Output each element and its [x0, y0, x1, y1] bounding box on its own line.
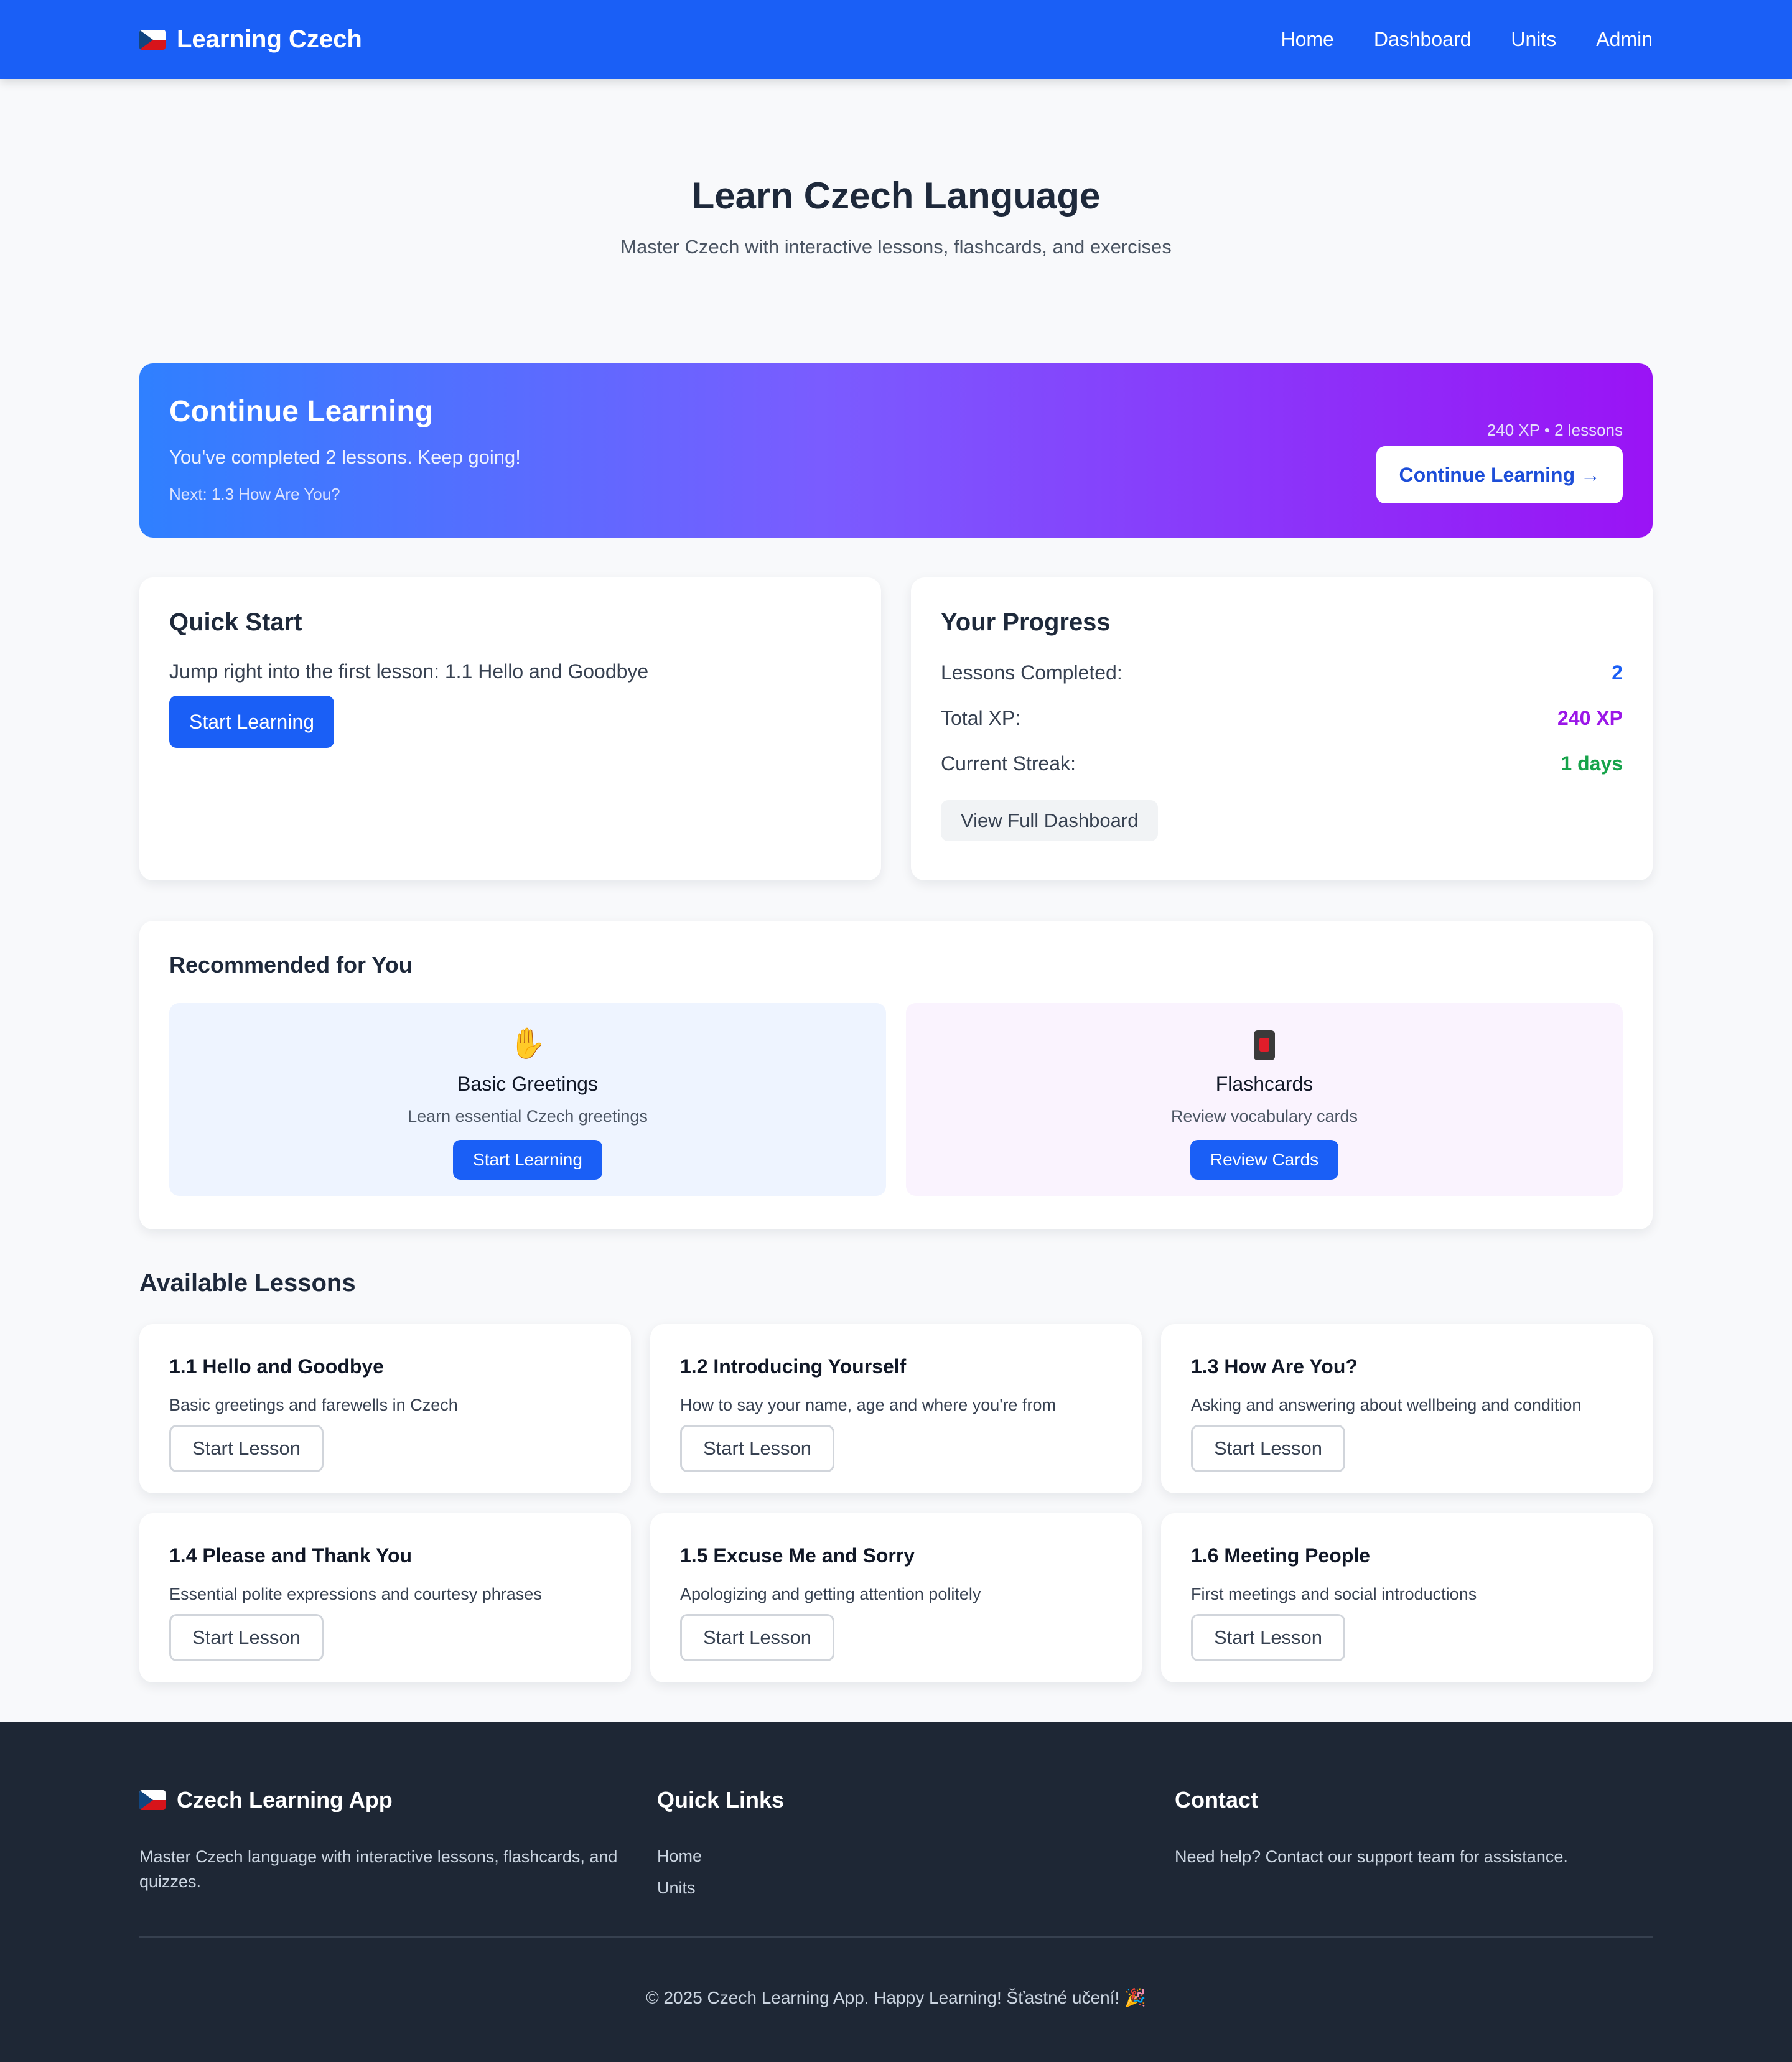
start-lesson-button[interactable]: Start Lesson [169, 1614, 324, 1661]
lesson-description: Apologizing and getting attention polite… [680, 1585, 981, 1603]
footer-brand-title: Czech Learning App [177, 1787, 393, 1812]
start-lesson-button[interactable]: Start Lesson [680, 1425, 835, 1472]
top-navbar: Learning Czech Home Dashboard Units Admi… [0, 0, 1792, 79]
lesson-card: 1.5 Excuse Me and Sorry Apologizing and … [650, 1513, 1142, 1682]
nav-link-dashboard[interactable]: Dashboard [1374, 28, 1472, 51]
lessons-completed-value: 2 [1612, 661, 1623, 684]
page-title: Learn Czech Language [691, 175, 1101, 217]
footer-about-text: Master Czech language with interactive l… [139, 1847, 618, 1891]
start-lesson-button[interactable]: Start Lesson [1191, 1425, 1346, 1472]
start-learning-button[interactable]: Start Learning [169, 696, 335, 748]
footer-divider [139, 1936, 1653, 1938]
lessons-section-title: Available Lessons [139, 1269, 356, 1297]
flashcard-icon [906, 1025, 1623, 1063]
lesson-description: How to say your name, age and where you'… [680, 1396, 1056, 1414]
footer-link-home[interactable]: Home [657, 1847, 784, 1866]
recommended-item: ✋ Basic Greetings Learn essential Czech … [169, 1003, 886, 1196]
waving-hand-icon: ✋ [509, 1027, 546, 1060]
nav-link-units[interactable]: Units [1511, 28, 1556, 51]
continue-learning-banner: Continue Learning You've completed 2 les… [139, 363, 1653, 538]
recommended-item-description: Review vocabulary cards [1170, 1107, 1358, 1126]
footer-quick-links: Quick Links Home Units [657, 1787, 784, 1898]
lesson-description: Asking and answering about wellbeing and… [1191, 1396, 1582, 1414]
recommended-item-title: Flashcards [1215, 1073, 1314, 1095]
total-xp-row: Total XP: 240 XP [941, 707, 1623, 730]
footer-contact: Contact Need help? Contact our support t… [1175, 1787, 1660, 1869]
current-streak-row: Current Streak: 1 days [941, 752, 1623, 775]
total-xp-label: Total XP: [941, 707, 1021, 729]
contact-title: Contact [1175, 1787, 1258, 1812]
continue-actions: 240 XP • 2 lessons Continue Learning → [1376, 421, 1623, 503]
total-xp-value: 240 XP [1557, 707, 1623, 729]
lesson-card: 1.1 Hello and Goodbye Basic greetings an… [139, 1324, 631, 1493]
footer-about: Czech Learning App Master Czech language… [139, 1787, 625, 1894]
recommended-item: Flashcards Review vocabulary cards Revie… [906, 1003, 1623, 1196]
nav-links: Home Dashboard Units Admin [1281, 28, 1653, 51]
recommended-card: Recommended for You ✋ Basic Greetings Le… [139, 921, 1653, 1229]
brand[interactable]: Learning Czech [139, 26, 362, 54]
current-streak-label: Current Streak: [941, 752, 1076, 775]
brand-title: Learning Czech [177, 26, 362, 53]
footer-link-units[interactable]: Units [657, 1878, 784, 1898]
lesson-card: 1.6 Meeting People First meetings and so… [1161, 1513, 1653, 1682]
progress-card: Your Progress Lessons Completed: 2 Total… [911, 577, 1653, 880]
recommended-grid: ✋ Basic Greetings Learn essential Czech … [169, 1003, 1623, 1196]
continue-learning-button[interactable]: Continue Learning → [1376, 446, 1623, 503]
lesson-card: 1.4 Please and Thank You Essential polit… [139, 1513, 631, 1682]
lesson-description: Essential polite expressions and courtes… [169, 1585, 542, 1603]
hero-subtitle: Master Czech with interactive lessons, f… [620, 236, 1172, 258]
start-lesson-button[interactable]: Start Lesson [169, 1425, 324, 1472]
nav-link-home[interactable]: Home [1281, 28, 1333, 51]
recommended-item-description: Learn essential Czech greetings [408, 1107, 648, 1126]
copyright: © 2025 Czech Learning App. Happy Learnin… [646, 1988, 1146, 2007]
lesson-title: 1.4 Please and Thank You [169, 1544, 413, 1567]
footer: Czech Learning App Master Czech language… [0, 1722, 1792, 2062]
lessons-completed-row: Lessons Completed: 2 [941, 661, 1623, 684]
lesson-description: Basic greetings and farewells in Czech [169, 1396, 458, 1414]
nav-link-admin[interactable]: Admin [1596, 28, 1653, 51]
quick-links-title: Quick Links [657, 1787, 785, 1812]
recommended-item-title: Basic Greetings [457, 1073, 598, 1095]
current-streak-value: 1 days [1561, 752, 1623, 775]
review-cards-button[interactable]: Review Cards [1190, 1140, 1339, 1180]
hero: Learn Czech Language Master Czech with i… [0, 174, 1792, 258]
czech-flag-icon [139, 29, 166, 50]
greetings-start-button[interactable]: Start Learning [453, 1140, 602, 1180]
lesson-title: 1.3 How Are You? [1191, 1355, 1358, 1378]
progress-title: Your Progress [941, 609, 1111, 636]
lesson-title: 1.5 Excuse Me and Sorry [680, 1544, 915, 1567]
lesson-title: 1.1 Hello and Goodbye [169, 1355, 384, 1378]
lesson-title: 1.6 Meeting People [1191, 1544, 1371, 1567]
quick-start-title: Quick Start [169, 609, 302, 636]
xp-stats: 240 XP • 2 lessons [1486, 421, 1623, 439]
lesson-title: 1.2 Introducing Yourself [680, 1355, 907, 1378]
czech-flag-icon [139, 1790, 166, 1810]
lesson-card: 1.3 How Are You? Asking and answering ab… [1161, 1324, 1653, 1493]
start-lesson-button[interactable]: Start Lesson [1191, 1614, 1346, 1661]
lesson-card: 1.2 Introducing Yourself How to say your… [650, 1324, 1142, 1493]
quick-start-card: Quick Start Jump right into the first le… [139, 577, 881, 880]
start-lesson-button[interactable]: Start Lesson [680, 1614, 835, 1661]
quick-start-description: Jump right into the first lesson: 1.1 He… [169, 660, 649, 683]
recommended-title: Recommended for You [169, 952, 413, 977]
footer-brand: Czech Learning App [139, 1787, 625, 1813]
lesson-description: First meetings and social introductions [1191, 1585, 1477, 1603]
lessons-completed-label: Lessons Completed: [941, 661, 1122, 684]
view-dashboard-button[interactable]: View Full Dashboard [941, 800, 1159, 841]
contact-text: Need help? Contact our support team for … [1175, 1847, 1568, 1866]
